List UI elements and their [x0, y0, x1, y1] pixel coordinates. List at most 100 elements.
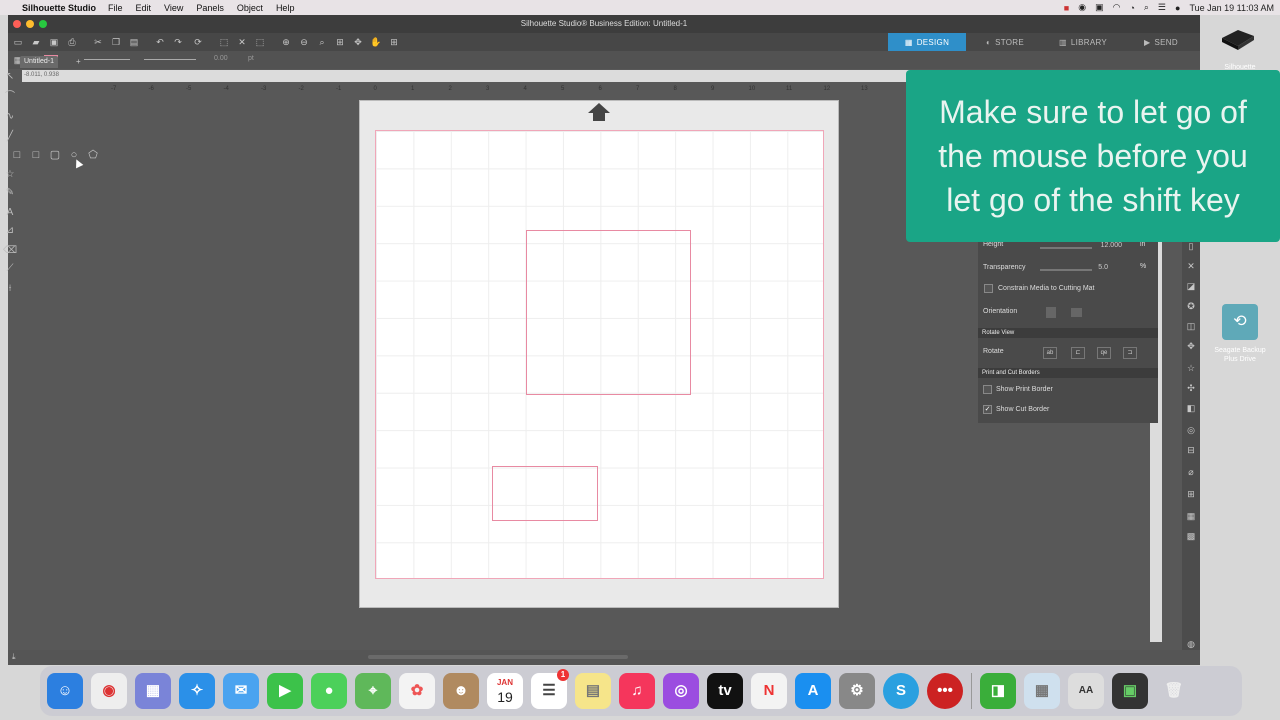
height-input[interactable]: 12.000: [1088, 241, 1122, 251]
reminders-icon[interactable]: ☰ 1: [531, 669, 569, 709]
fill-panel-icon[interactable]: ◪: [1185, 280, 1197, 292]
height-slider[interactable]: [1040, 247, 1092, 249]
facetime-icon[interactable]: ▶: [267, 673, 303, 709]
safari-icon[interactable]: ✧: [179, 673, 215, 709]
menu-object[interactable]: Object: [237, 3, 263, 13]
notes-icon[interactable]: ▤: [575, 673, 611, 709]
search-icon[interactable]: ⌕: [1144, 2, 1149, 13]
zoom-select-icon[interactable]: ⌕: [316, 36, 328, 48]
undo-icon[interactable]: ↶: [154, 36, 166, 48]
text-tool-icon[interactable]: A: [3, 206, 17, 220]
silhouette-drive-icon[interactable]: [1218, 24, 1258, 52]
fill-tool-icon[interactable]: ⊿: [3, 224, 17, 238]
magic-panel-icon[interactable]: ☆: [1185, 362, 1197, 374]
tab-library[interactable]: ▥ LIBRARY: [1044, 33, 1122, 51]
knife-panel-icon[interactable]: ⌀: [1185, 466, 1197, 478]
star-tool-icon[interactable]: ☆: [3, 168, 17, 182]
library-panel-icon[interactable]: ▦: [1185, 510, 1197, 522]
scroll-thumb[interactable]: [368, 655, 628, 659]
square-tool-icon[interactable]: □: [29, 148, 43, 162]
save-icon[interactable]: ▣: [48, 36, 60, 48]
messages-icon[interactable]: ●: [311, 673, 347, 709]
grid-panel-icon[interactable]: ▩: [1185, 530, 1197, 542]
cut-icon[interactable]: ✂: [92, 36, 104, 48]
text-panel-icon[interactable]: ◧: [1185, 402, 1197, 414]
add-document-tab[interactable]: +: [76, 57, 81, 66]
knife-tool-icon[interactable]: ⟋: [3, 262, 17, 276]
select-tool-icon[interactable]: ↖: [3, 70, 17, 84]
help-panel-icon[interactable]: ◍: [1185, 638, 1197, 650]
rotate-90-button[interactable]: ⊏: [1071, 347, 1085, 359]
rotate-0-button[interactable]: ab: [1043, 347, 1057, 359]
app-menu[interactable]: Silhouette Studio: [22, 3, 96, 13]
refresh-icon[interactable]: ⟳: [192, 36, 204, 48]
font-book-icon[interactable]: AA: [1068, 673, 1104, 709]
app-store-icon[interactable]: A: [795, 673, 831, 709]
rotate-180-button[interactable]: qe: [1097, 347, 1111, 359]
add-page-icon[interactable]: ⊞: [388, 36, 400, 48]
replicate-panel-icon[interactable]: ✣: [1185, 382, 1197, 394]
trash-icon[interactable]: 🗑: [1156, 673, 1192, 709]
menubar-clock[interactable]: Tue Jan 19 11:03 AM: [1189, 3, 1274, 13]
minimize-button[interactable]: [26, 20, 34, 28]
eyedropper-tool-icon[interactable]: ⟊: [3, 282, 17, 296]
square-shape[interactable]: [526, 230, 691, 395]
eraser-tool-icon[interactable]: ⌫: [3, 244, 17, 258]
line-thickness-input[interactable]: 0.00: [214, 55, 228, 62]
tab-send[interactable]: ▶ SEND: [1122, 33, 1200, 51]
mail-icon[interactable]: ✉: [223, 673, 259, 709]
copy-icon[interactable]: ❐: [110, 36, 122, 48]
news-icon[interactable]: N: [751, 673, 787, 709]
group-icon[interactable]: ⬚: [254, 36, 266, 48]
horizontal-scrollbar[interactable]: ⤓: [8, 650, 1200, 665]
eye-icon[interactable]: ◉: [1078, 2, 1086, 13]
more-apps-icon[interactable]: •••: [927, 673, 963, 709]
clock-icon[interactable]: ◔: [1129, 3, 1134, 13]
menu-edit[interactable]: Edit: [136, 3, 152, 13]
music-icon[interactable]: ♫: [619, 673, 655, 709]
screen-recording-icon[interactable]: ▣: [1112, 673, 1148, 709]
show-cut-border-checkbox[interactable]: ✓: [983, 405, 992, 414]
contacts-icon[interactable]: ☻: [443, 673, 479, 709]
move-icon[interactable]: ✥: [352, 36, 364, 48]
paste-icon[interactable]: ▤: [128, 36, 140, 48]
line-tool-icon[interactable]: ╱: [3, 130, 17, 144]
trace-panel-icon[interactable]: ⊟: [1185, 444, 1197, 456]
tab-store[interactable]: ◐ STORE: [966, 33, 1044, 51]
constrain-checkbox[interactable]: [984, 284, 993, 293]
photos-icon[interactable]: ✿: [399, 673, 435, 709]
document-tab[interactable]: Untitled-1: [20, 56, 58, 68]
close-button[interactable]: [13, 20, 21, 28]
finder-icon[interactable]: ☺: [47, 673, 83, 709]
menu-help[interactable]: Help: [276, 3, 295, 13]
portrait-orientation-icon[interactable]: [1046, 307, 1056, 318]
rectangle-shape[interactable]: [492, 466, 598, 521]
tab-design[interactable]: ▦ DESIGN: [888, 33, 966, 51]
rectangle-tool-icon[interactable]: □: [10, 148, 24, 162]
new-document-icon[interactable]: ▭: [12, 36, 24, 48]
control-center-icon[interactable]: ☰: [1158, 2, 1166, 13]
open-icon[interactable]: ▰: [30, 36, 42, 48]
siri-icon[interactable]: ●: [1175, 3, 1180, 13]
pan-icon[interactable]: ✋: [370, 36, 382, 48]
polygon-tool-icon[interactable]: ⬠: [86, 148, 100, 162]
camtasia-icon[interactable]: ◨: [980, 673, 1016, 709]
landscape-orientation-icon[interactable]: [1071, 308, 1082, 317]
line-join-select[interactable]: [144, 59, 196, 60]
preview-icon[interactable]: ▦: [1024, 673, 1060, 709]
pencil-tool-icon[interactable]: ✎: [3, 186, 17, 200]
zoom-in-icon[interactable]: ⊕: [280, 36, 292, 48]
lock-icon[interactable]: ▣: [1095, 2, 1104, 13]
point-edit-tool-icon[interactable]: ⌒: [3, 90, 17, 104]
transparency-input[interactable]: 5.0: [1074, 263, 1108, 273]
print-icon[interactable]: ⎙: [66, 36, 78, 48]
download-icon[interactable]: ⤓: [12, 652, 16, 662]
seagate-drive-icon[interactable]: ⟲: [1222, 304, 1258, 340]
zoom-tool-icon[interactable]: ∿: [3, 110, 17, 124]
star-panel-icon[interactable]: ✪: [1185, 300, 1197, 312]
offset-panel-icon[interactable]: ◎: [1185, 424, 1197, 436]
system-preferences-icon[interactable]: ⚙: [839, 673, 875, 709]
rotate-270-button[interactable]: ⊐: [1123, 347, 1137, 359]
menu-file[interactable]: File: [108, 3, 123, 13]
deselect-icon[interactable]: ✕: [236, 36, 248, 48]
